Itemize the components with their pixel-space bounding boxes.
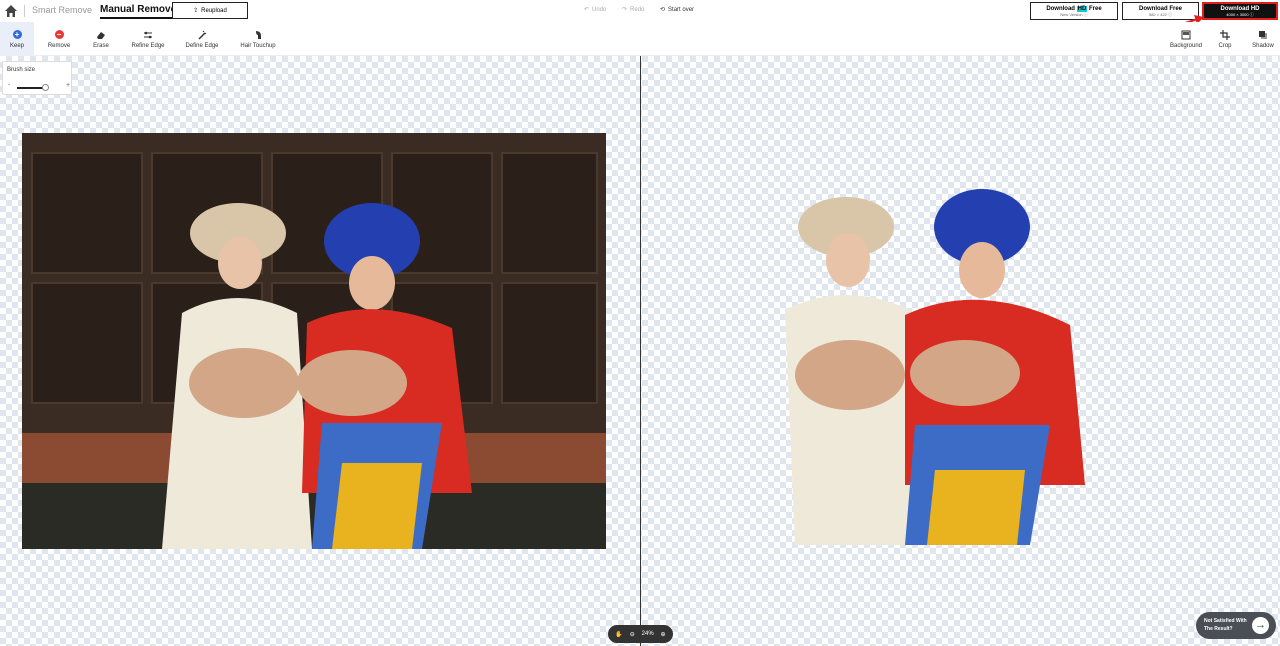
wand-icon [197,30,207,40]
erase-tool[interactable]: Erase [84,22,118,56]
top-bar: Smart Remove Manual Remove ⇪ Reupload ↶ U… [0,0,1280,22]
reupload-button[interactable]: ⇪ Reupload [172,2,248,19]
hand-icon[interactable]: ✋ [615,631,622,638]
background-tool[interactable]: Background [1166,22,1206,56]
brush-size-label: Brush size [7,67,36,73]
zoom-level: 24% [641,631,654,637]
home-icon[interactable] [4,4,18,18]
refine-edge-label: Refine Edge [131,42,165,49]
redo-icon: ↷ [622,7,628,13]
remove-tool[interactable]: − Remove [42,22,76,56]
divider [24,5,25,17]
zoom-in-icon[interactable]: ⊕ [661,631,666,638]
start-over-button[interactable]: ⟲ Start over [660,6,695,14]
shadow-icon [1258,30,1268,40]
crop-label: Crop [1218,42,1232,49]
hair-icon [253,30,263,40]
redo-label: Redo [630,6,645,13]
keep-tool[interactable]: + Keep [0,22,34,56]
remove-label: Remove [47,42,71,49]
brush-minus[interactable]: - [8,82,10,89]
crop-icon [1220,29,1230,40]
download-hd-free-button[interactable]: Download HD Free New Version ⓘ [1030,2,1118,20]
background-icon [1181,30,1191,40]
smart-remove-tab[interactable]: Smart Remove [32,5,92,15]
erase-label: Erase [93,42,109,49]
keep-label: Keep [9,42,24,49]
brush-size-knob[interactable] [42,84,49,91]
redo-button[interactable]: ↷ Redo [622,6,645,14]
hair-touchup-tool[interactable]: Hair Touchup [236,22,280,56]
arrow-right-icon[interactable]: → [1252,617,1269,634]
plus-circle-icon: + [12,30,22,39]
undo-label: Undo [592,6,607,13]
feedback-text: Not Satisfied With The Result? [1204,617,1254,633]
original-photo [22,133,606,549]
undo-icon: ↶ [584,7,590,13]
undo-button[interactable]: ↶ Undo [584,6,607,14]
refine-edge-tool[interactable]: Refine Edge [126,22,170,56]
feedback-line1: Not Satisfied With [1204,618,1247,624]
shadow-label: Shadow [1252,42,1274,49]
crop-tool[interactable]: Crop [1212,22,1238,56]
define-edge-label: Define Edge [185,42,219,49]
shadow-tool[interactable]: Shadow [1248,22,1278,56]
background-label: Background [1169,42,1203,49]
feedback-widget[interactable]: Not Satisfied With The Result? → [1196,612,1276,639]
start-over-label: Start over [668,6,695,13]
compare-divider[interactable] [640,56,641,646]
brush-size-panel: Brush size - + [2,61,72,95]
download-hd-free-sub: New Version ⓘ [1060,12,1088,17]
reset-icon: ⟲ [660,7,666,13]
upload-icon: ⇪ [193,8,199,14]
feedback-line2: The Result? [1204,626,1233,632]
sliders-icon [143,30,153,40]
eraser-icon [96,30,106,40]
tool-bar: + Keep − Remove Erase Refine Edge Define… [0,22,1280,56]
result-cutout [785,189,1085,545]
zoom-out-icon[interactable]: ⊖ [630,631,635,638]
hair-touchup-label: Hair Touchup [240,42,276,49]
reupload-label: Reupload [201,7,227,14]
brush-plus[interactable]: + [66,82,70,89]
download-hd-size: 4000 × 3000 ⓘ [1226,12,1254,17]
manual-remove-tab[interactable]: Manual Remove [100,4,177,19]
define-edge-tool[interactable]: Define Edge [180,22,224,56]
zoom-bar: ✋ ⊖ 24% ⊕ [608,625,673,643]
minus-circle-icon: − [54,30,64,39]
